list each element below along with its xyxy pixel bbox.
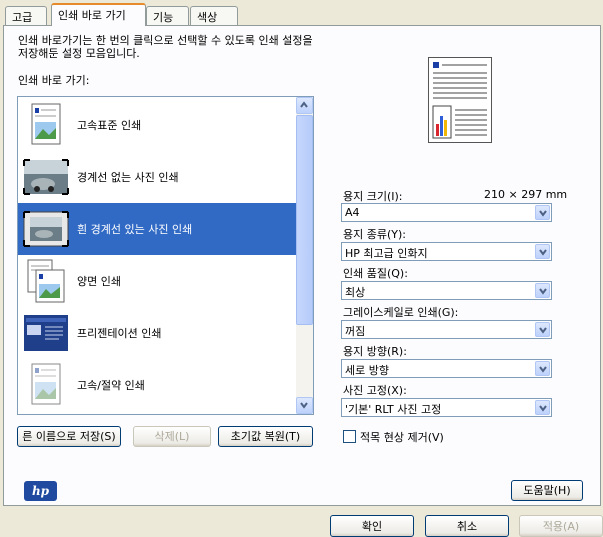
save-as-button[interactable]: 른 이름으로 저장(S) (17, 426, 121, 447)
shortcuts-list[interactable]: 고속표준 인쇄 경계선 없는 사진 인쇄 흰 경계선 있는 사진 인쇄 양면 인… (17, 96, 314, 415)
chevron-down-icon (539, 288, 547, 295)
grayscale-select[interactable]: 꺼짐 (341, 320, 552, 339)
tab-features[interactable]: 기능 (146, 6, 189, 25)
photo-fix-value: '기본' RLT 사진 고정 (345, 403, 442, 416)
list-scrollbar[interactable] (296, 97, 313, 414)
print-quality-label: 인쇄 품질(Q): (343, 267, 408, 280)
list-item-label: 경계선 없는 사진 인쇄 (77, 171, 179, 184)
dropdown-button[interactable] (535, 244, 550, 259)
photo-fix-select[interactable]: '기본' RLT 사진 고정 (341, 398, 552, 417)
chevron-down-icon (539, 327, 547, 334)
borderless-photo-icon (23, 154, 69, 200)
paper-type-value: HP 최고급 인화지 (345, 247, 428, 260)
page-preview (428, 57, 492, 143)
chevron-down-icon (300, 402, 308, 409)
scroll-down-button[interactable] (296, 397, 313, 414)
photo-fix-label: 사진 고정(X): (343, 384, 407, 397)
list-item-label: 고속표준 인쇄 (77, 119, 142, 132)
scroll-thumb[interactable] (296, 115, 313, 325)
list-item[interactable]: 양면 인쇄 (18, 255, 296, 307)
chevron-down-icon (539, 366, 547, 373)
dropdown-button[interactable] (535, 283, 550, 298)
paper-size-value: A4 (345, 206, 360, 219)
scroll-up-button[interactable] (296, 97, 313, 114)
help-button[interactable]: 도움말(H) (511, 480, 583, 501)
list-item-label: 고속/절약 인쇄 (77, 379, 145, 392)
reset-defaults-button[interactable]: 초기값 복원(T) (218, 426, 313, 447)
paper-type-label: 용지 종류(Y): (343, 228, 406, 241)
grayscale-value: 꺼짐 (345, 325, 366, 338)
shortcuts-label: 인쇄 바로 가기: (18, 74, 90, 87)
tab-print-shortcuts[interactable]: 인쇄 바로 가기 (51, 3, 146, 26)
list-item-label: 흰 경계선 있는 사진 인쇄 (77, 223, 193, 236)
chevron-down-icon (539, 249, 547, 256)
hp-logo: hp (24, 481, 57, 501)
list-item[interactable]: 고속/절약 인쇄 (18, 359, 296, 411)
chevron-down-icon (539, 405, 547, 412)
tab-advanced[interactable]: 고급 (5, 6, 47, 25)
bordered-photo-icon (23, 206, 69, 252)
list-item-label: 프리젠테이션 인쇄 (77, 327, 162, 340)
list-item[interactable]: 경계선 없는 사진 인쇄 (18, 151, 296, 203)
list-item[interactable]: 고속표준 인쇄 (18, 99, 296, 151)
presentation-icon (23, 310, 69, 356)
red-eye-label: 적목 현상 제거(V) (360, 431, 444, 444)
two-sided-icon (23, 258, 69, 304)
paper-dimensions: 210 × 297 mm (484, 188, 568, 201)
delete-button[interactable]: 삭제(L) (133, 426, 211, 447)
print-quality-value: 최상 (345, 286, 366, 299)
print-quality-select[interactable]: 최상 (341, 281, 552, 300)
red-eye-checkbox[interactable] (343, 430, 356, 443)
paper-size-select[interactable]: A4 (341, 203, 552, 222)
orientation-value: 세로 방향 (345, 364, 389, 377)
dropdown-button[interactable] (535, 400, 550, 415)
list-item[interactable]: 흰 경계선 있는 사진 인쇄 (18, 203, 296, 255)
tab-color[interactable]: 색상 (190, 6, 238, 25)
dropdown-button[interactable] (535, 205, 550, 220)
document-photo-icon (23, 102, 69, 148)
paper-size-label: 용지 크기(I): (343, 190, 403, 203)
orientation-select[interactable]: 세로 방향 (341, 359, 552, 378)
economy-document-icon (23, 362, 69, 408)
paper-type-select[interactable]: HP 최고급 인화지 (341, 242, 552, 261)
description-text: 인쇄 바로가기는 한 번의 클릭으로 선택할 수 있도록 인쇄 설정을 저장해둔… (18, 34, 313, 60)
list-item[interactable]: 프리젠테이션 인쇄 (18, 307, 296, 359)
chevron-up-icon (300, 101, 308, 108)
orientation-label: 용지 방향(R): (343, 345, 407, 358)
chevron-down-icon (539, 210, 547, 217)
list-item-label: 양면 인쇄 (77, 275, 121, 288)
dropdown-button[interactable] (535, 361, 550, 376)
dropdown-button[interactable] (535, 322, 550, 337)
grayscale-label: 그레이스케일로 인쇄(G): (343, 306, 459, 319)
